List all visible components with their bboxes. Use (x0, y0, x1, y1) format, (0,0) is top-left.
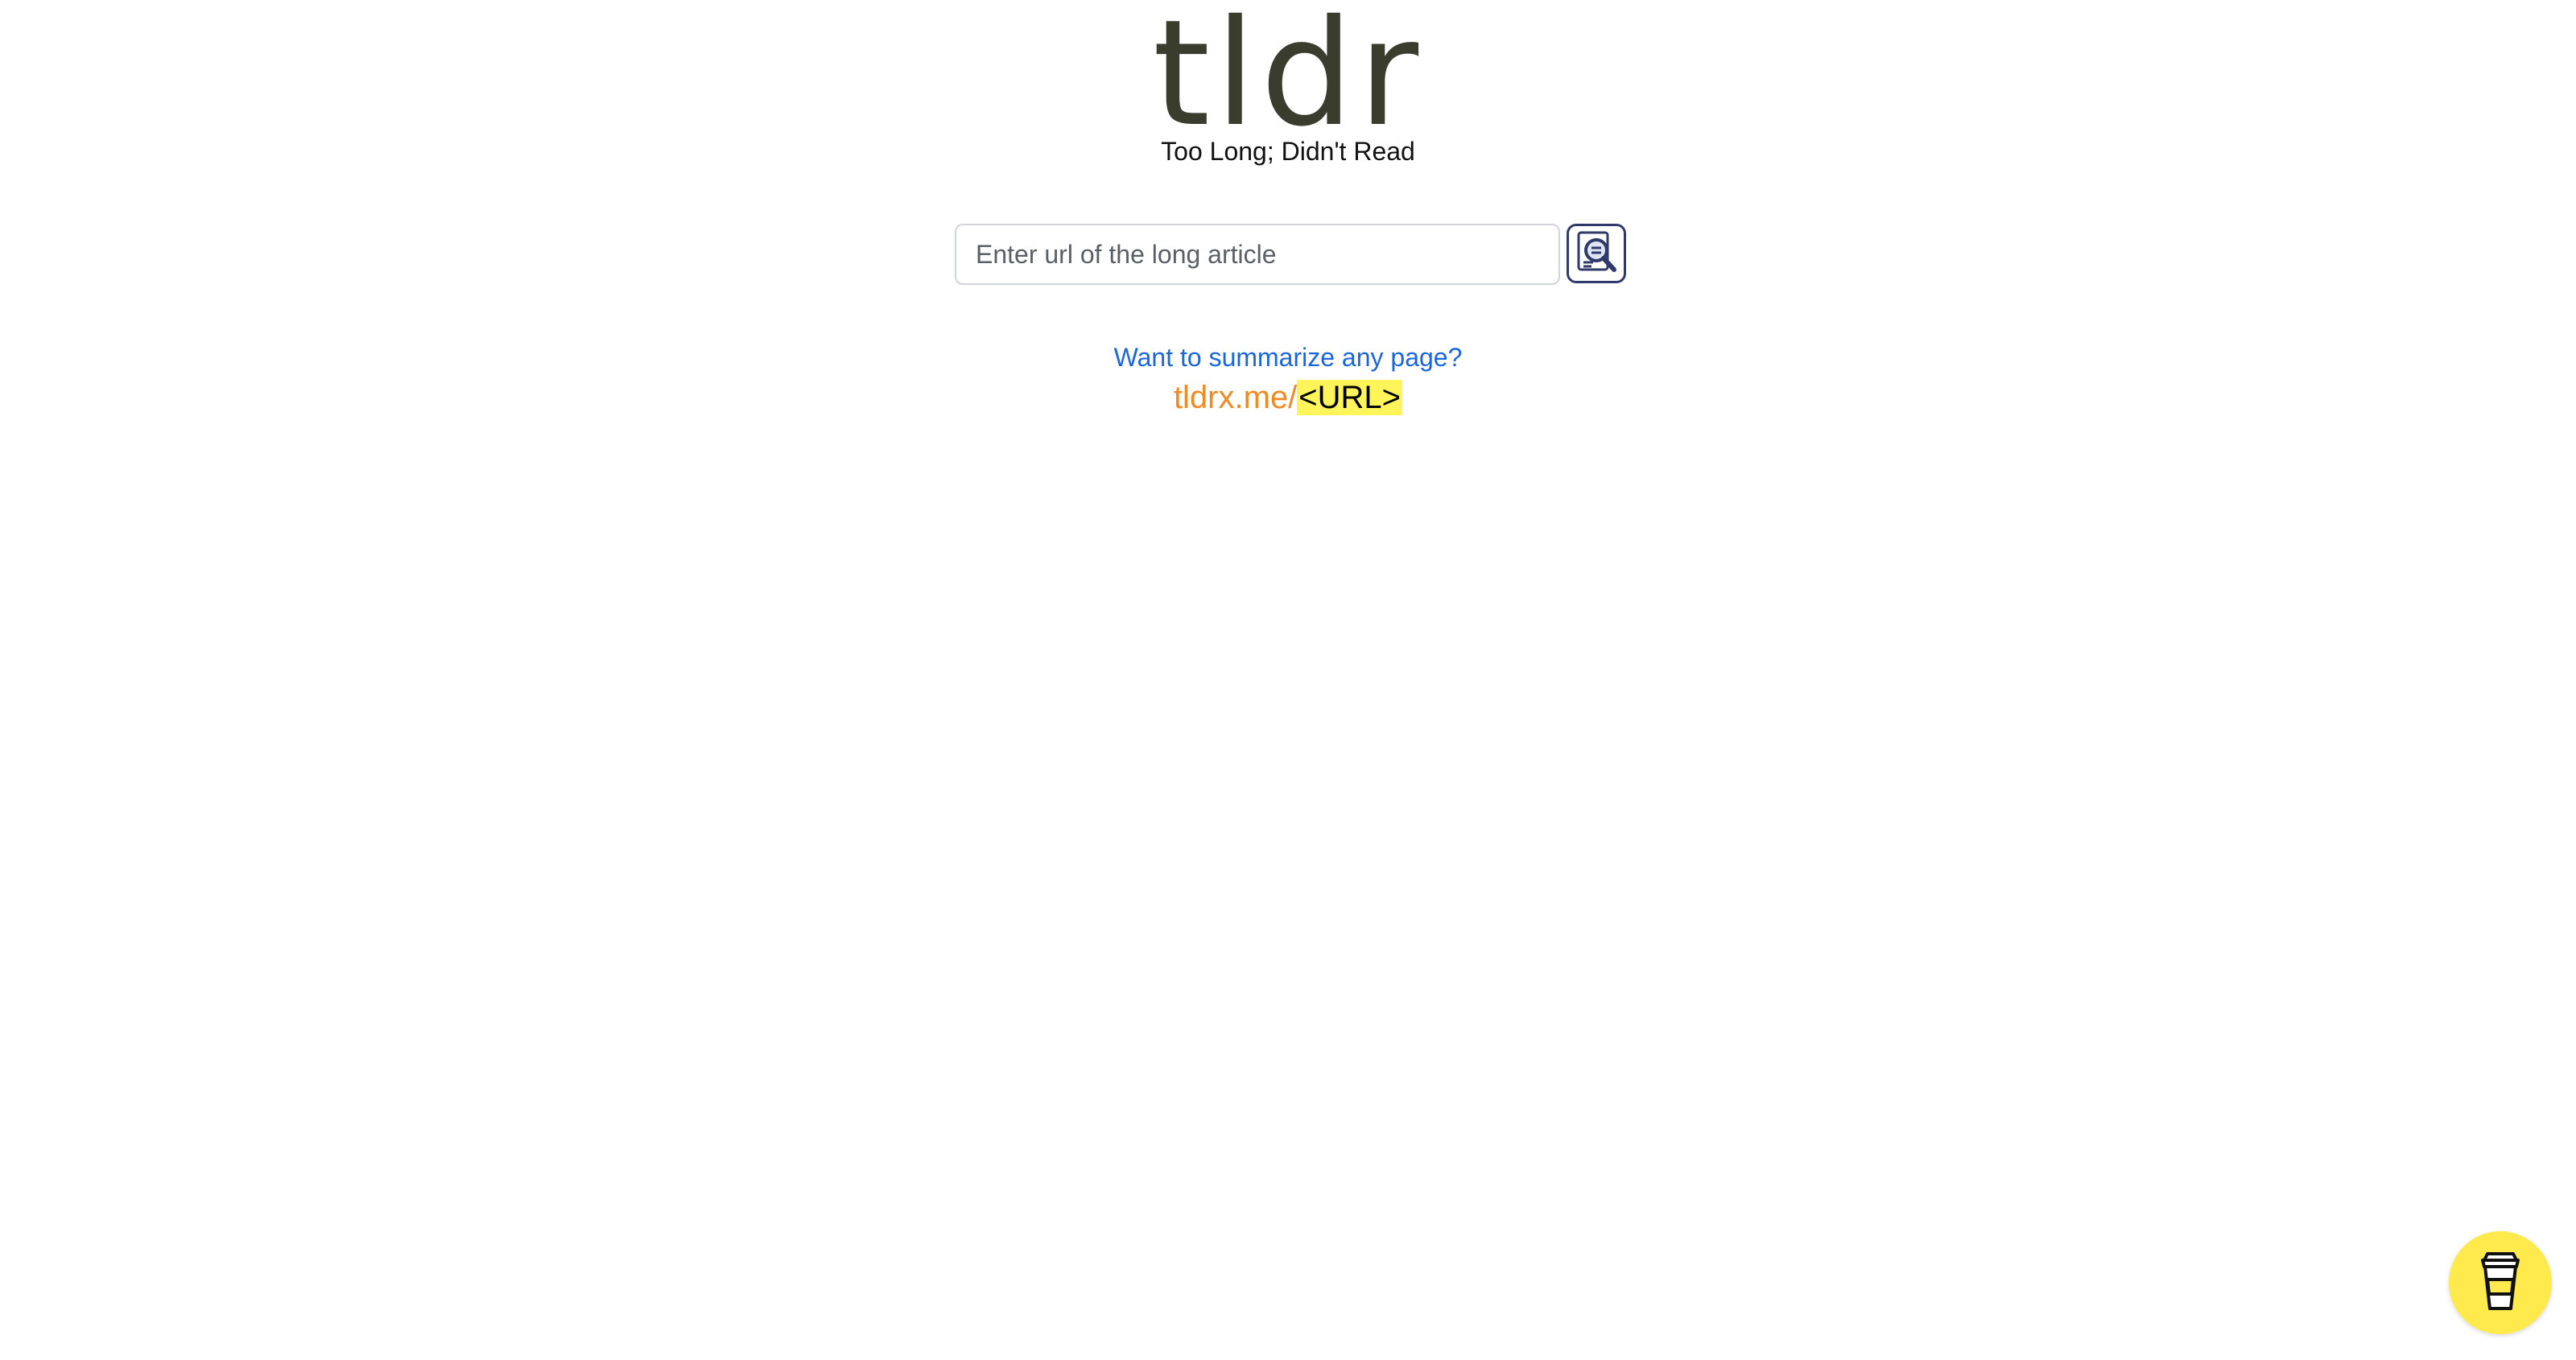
promo-url: tldrx.me/<URL> (0, 377, 2576, 418)
summarize-button[interactable] (1567, 224, 1626, 283)
search-form (955, 224, 1626, 285)
buy-me-a-coffee-button[interactable] (2449, 1231, 2552, 1334)
promo-url-placeholder: <URL> (1297, 380, 1403, 415)
logo-title: tldr (1152, 0, 1424, 159)
coffee-cup-icon (2475, 1249, 2526, 1317)
promo-question: Want to summarize any page? (0, 341, 2576, 373)
url-input[interactable] (955, 224, 1560, 285)
promo-url-domain: tldrx.me/ (1173, 380, 1298, 415)
document-search-icon (1572, 229, 1620, 279)
logo-subtitle: Too Long; Didn't Read (1161, 137, 1415, 166)
summarize-any-page-link[interactable]: Want to summarize any page? (1114, 343, 1463, 372)
